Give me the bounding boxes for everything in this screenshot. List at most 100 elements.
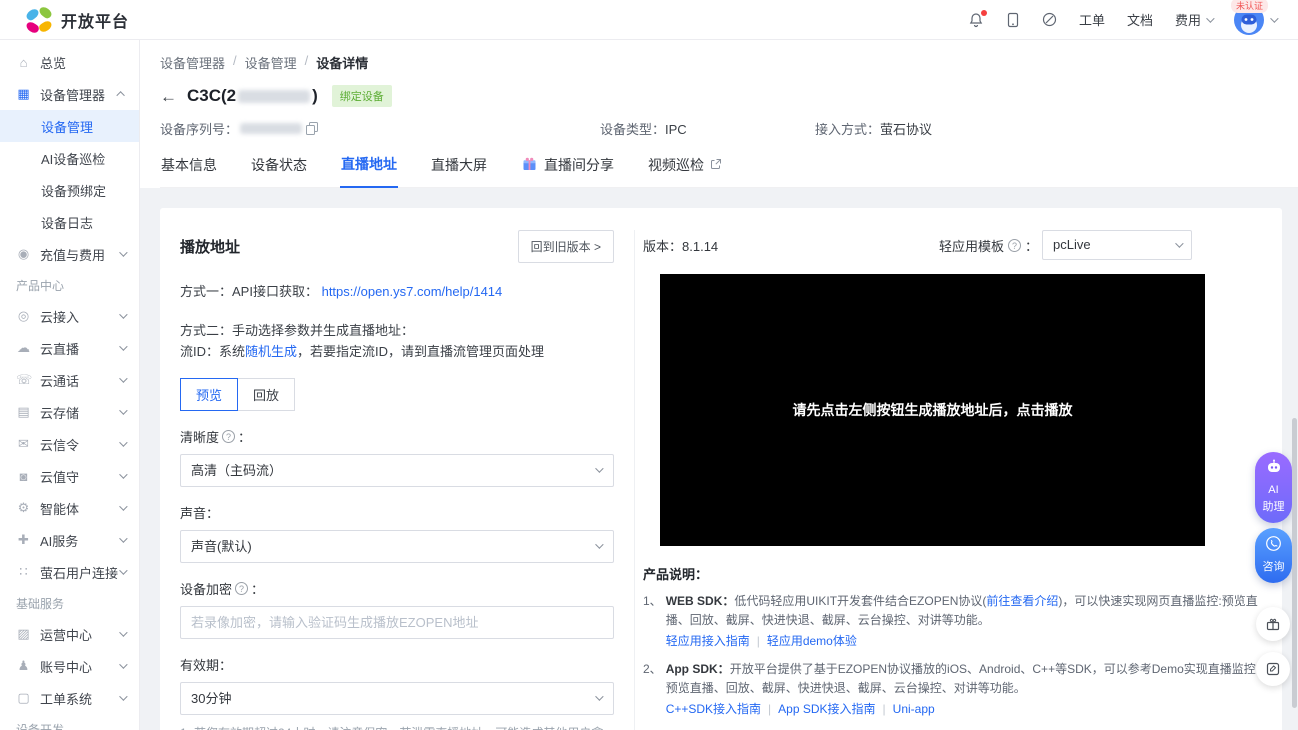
scrollbar-thumb[interactable]	[1292, 418, 1297, 708]
sidebar-item-agent[interactable]: ⚙ 智能体	[0, 492, 139, 524]
encrypt-label: 设备加密 ? ：	[180, 579, 614, 598]
chevron-down-icon	[119, 406, 127, 414]
redacted-serial	[240, 123, 302, 134]
sidebar-item-device-logs[interactable]: 设备日志	[0, 206, 139, 238]
home-icon: ⌂	[16, 55, 31, 70]
external-link-icon	[710, 157, 722, 173]
tab-video-patrol[interactable]: 视频巡检	[647, 155, 723, 187]
clarity-select[interactable]: 高清（主码流）	[180, 454, 614, 487]
sidebar-item-cloud-live[interactable]: ☁ 云直播	[0, 332, 139, 364]
person-icon: ♟	[16, 658, 31, 674]
api-help-link[interactable]: https://open.ys7.com/help/1414	[322, 284, 503, 299]
tab-basic-info[interactable]: 基本信息	[160, 155, 218, 187]
sidebar-item-recharge-fees[interactable]: ◉ 充值与费用	[0, 238, 139, 270]
chevron-down-icon	[119, 692, 127, 700]
sidebar-item-cloud-storage[interactable]: ▤ 云存储	[0, 396, 139, 428]
breadcrumb-device-manager[interactable]: 设备管理器	[160, 53, 225, 72]
sidebar-item-device-prebind[interactable]: 设备预绑定	[0, 174, 139, 206]
logo-text: 开放平台	[61, 8, 129, 32]
sidebar: ⌂ 总览 ▦ 设备管理器 设备管理 AI设备巡检 设备预绑定 设备日志 ◉ 充值…	[0, 40, 140, 730]
coin-icon: ◉	[16, 246, 31, 262]
tab-live-share[interactable]: 直播间分享	[520, 155, 615, 187]
old-version-button[interactable]: 回到旧版本 >	[518, 230, 614, 263]
chevron-down-icon	[595, 692, 603, 700]
user-avatar[interactable]: 未认证	[1234, 5, 1276, 35]
page-header: 设备管理器 / 设备管理 / 设备详情 ← C3C(2 ) 绑定设备 设备序列号…	[140, 40, 1298, 188]
device-serial: 设备序列号：	[160, 119, 600, 138]
video-player[interactable]: 请先点击左侧按钮生成播放地址后，点击播放	[660, 274, 1205, 546]
disc-icon[interactable]	[1042, 12, 1057, 27]
sound-label: 声音：	[180, 503, 614, 522]
nav-docs[interactable]: 文档	[1127, 10, 1153, 29]
cpp-sdk-guide-link[interactable]: C++SDK接入指南	[666, 702, 761, 716]
consult-button[interactable]: 咨询	[1255, 528, 1292, 583]
ai-assistant-button[interactable]: AI 助理	[1255, 452, 1292, 523]
guard-icon: ◙	[16, 469, 31, 484]
chevron-down-icon	[119, 566, 127, 574]
chevron-down-icon	[119, 342, 127, 350]
player-panel: 版本：8.1.14 轻应用模板 ? ： pcLive 请先点击左侧按钮生成播放地…	[635, 230, 1262, 730]
detail-tabs: 基本信息 设备状态 直播地址 直播大屏 直播间分享 视频巡检	[160, 154, 1298, 188]
app-sdk-guide-link[interactable]: App SDK接入指南	[778, 702, 875, 716]
top-bar: 开放平台 工单 文档 费用 未认证	[0, 0, 1298, 40]
tab-live-screen[interactable]: 直播大屏	[430, 155, 488, 187]
sidebar-item-operation-center[interactable]: ▨ 运营中心	[0, 618, 139, 650]
sidebar-item-ai-inspection[interactable]: AI设备巡检	[0, 142, 139, 174]
sidebar-item-ezviz-user-connect[interactable]: ∷ 萤石用户连接	[0, 556, 139, 588]
validity-notes: 1.若您有效期超过24小时，请注意保密。若泄露直播地址，可能造成其他用户拿到直播…	[180, 724, 614, 730]
light-app-demo-link[interactable]: 轻应用demo体验	[767, 634, 857, 648]
random-generate-link[interactable]: 随机生成	[245, 344, 297, 359]
sidebar-item-device-management[interactable]: 设备管理	[0, 110, 139, 142]
breadcrumb-device-management[interactable]: 设备管理	[245, 53, 297, 72]
sidebar-item-ticket-system[interactable]: ▢ 工单系统	[0, 682, 139, 714]
nav-work-order[interactable]: 工单	[1079, 10, 1105, 29]
encrypt-code-input[interactable]	[180, 606, 614, 639]
intro-link[interactable]: 前往查看介绍	[986, 594, 1058, 608]
sidebar-item-cloud-signaling[interactable]: ✉ 云信令	[0, 428, 139, 460]
sidebar-section-device-dev: 设备开发	[0, 714, 139, 730]
preview-button[interactable]: 预览	[180, 378, 238, 411]
sidebar-section-product-center: 产品中心	[0, 270, 139, 300]
main-content: 设备管理器 / 设备管理 / 设备详情 ← C3C(2 ) 绑定设备 设备序列号…	[140, 40, 1298, 730]
sidebar-item-cloud-guard[interactable]: ◙ 云值守	[0, 460, 139, 492]
playback-button[interactable]: 回放	[237, 378, 295, 411]
sidebar-item-cloud-access[interactable]: ◎ 云接入	[0, 300, 139, 332]
sidebar-item-cloud-call[interactable]: ☏ 云通话	[0, 364, 139, 396]
bind-status-badge: 绑定设备	[332, 85, 392, 107]
sidebar-section-basic-services: 基础服务	[0, 588, 139, 618]
phone-icon: ☏	[16, 372, 31, 388]
help-icon[interactable]: ?	[222, 430, 235, 443]
device-meta-row: 设备序列号： 设备类型：IPC 接入方式：萤石协议	[160, 119, 1298, 138]
feedback-button[interactable]	[1256, 652, 1290, 686]
feedback-icon	[1265, 661, 1281, 677]
notification-bell-icon[interactable]	[968, 12, 984, 28]
chevron-down-icon	[595, 464, 603, 472]
sidebar-item-ai-services[interactable]: ✚ AI服务	[0, 524, 139, 556]
gift-icon	[521, 156, 538, 175]
sidebar-item-device-manager[interactable]: ▦ 设备管理器	[0, 78, 139, 110]
logo[interactable]: 开放平台	[26, 7, 129, 33]
nav-fees[interactable]: 费用	[1175, 10, 1212, 29]
breadcrumb-device-detail: 设备详情	[316, 53, 368, 72]
back-button[interactable]: ←	[160, 88, 177, 105]
preview-playback-toggle: 预览 回放	[180, 378, 614, 411]
message-icon: ✉	[16, 436, 31, 452]
redacted-device-id	[238, 90, 310, 103]
uni-app-link[interactable]: Uni-app	[893, 702, 935, 716]
copy-icon[interactable]	[306, 122, 318, 135]
method-1-line: 方式一：API接口获取： https://open.ys7.com/help/1…	[180, 281, 614, 302]
help-icon[interactable]: ?	[1008, 239, 1021, 252]
mobile-icon[interactable]	[1006, 12, 1020, 28]
sidebar-item-overview[interactable]: ⌂ 总览	[0, 46, 139, 78]
validity-select[interactable]: 30分钟	[180, 682, 614, 715]
sidebar-item-account-center[interactable]: ♟ 账号中心	[0, 650, 139, 682]
chevron-down-icon	[1270, 14, 1278, 22]
light-app-guide-link[interactable]: 轻应用接入指南	[666, 634, 750, 648]
template-select[interactable]: pcLive	[1042, 230, 1192, 260]
tab-live-address[interactable]: 直播地址	[340, 154, 398, 188]
help-icon[interactable]: ?	[235, 582, 248, 595]
chevron-down-icon	[119, 374, 127, 382]
tab-device-status[interactable]: 设备状态	[250, 155, 308, 187]
gift-button[interactable]	[1256, 607, 1290, 641]
sound-select[interactable]: 声音(默认)	[180, 530, 614, 563]
